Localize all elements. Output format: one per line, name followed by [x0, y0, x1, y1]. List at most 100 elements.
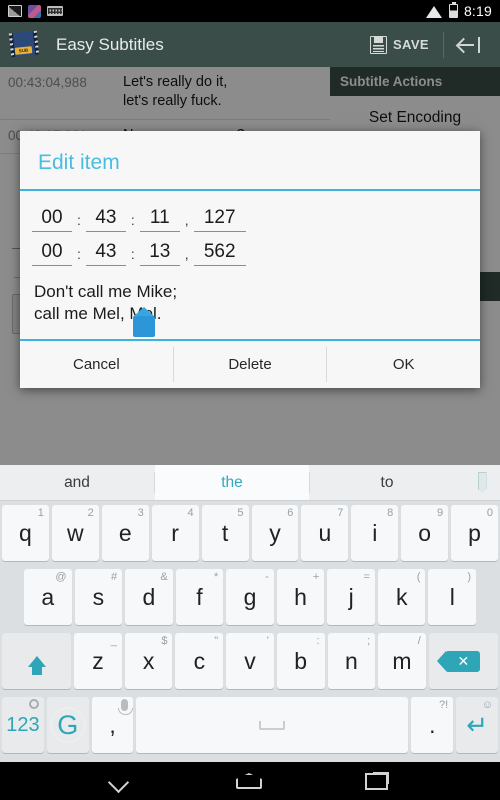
app-notification-icon — [28, 4, 41, 18]
shift-key[interactable] — [2, 633, 72, 689]
dialog-delete-button[interactable]: Delete — [174, 341, 327, 388]
end-seconds-field[interactable]: 13 — [139, 241, 180, 266]
key-label: a — [41, 583, 55, 610]
key-q[interactable]: 1q — [1, 505, 49, 561]
start-minutes-field[interactable]: 43 — [85, 207, 126, 232]
key-e[interactable]: 3e — [101, 505, 149, 561]
key-x[interactable]: $ x — [124, 633, 173, 689]
settings-gear-icon — [28, 699, 39, 712]
key-y[interactable]: 6y — [251, 505, 299, 561]
key-v[interactable]: ' v — [226, 633, 274, 689]
key-hint: - — [265, 571, 269, 583]
time-separator: : — [130, 246, 135, 262]
key-hint: 5 — [237, 507, 244, 519]
hide-keyboard-icon[interactable] — [111, 775, 133, 787]
key-c[interactable]: " c — [175, 633, 224, 689]
key-i[interactable]: 8i — [351, 505, 399, 561]
key-h[interactable]: + h — [276, 569, 325, 625]
key-hint: 1 — [37, 507, 44, 519]
key-label: d — [142, 583, 156, 610]
key-label: s — [92, 583, 105, 610]
start-hours-field[interactable]: 00 — [32, 207, 72, 232]
start-seconds-field[interactable]: 11 — [139, 207, 180, 232]
key-hint: 3 — [137, 507, 144, 519]
key-hint: : — [316, 635, 320, 647]
end-millis-field[interactable]: 562 — [193, 241, 246, 266]
key-label: w — [67, 519, 84, 546]
key-a[interactable]: @ a — [23, 569, 72, 625]
home-icon[interactable] — [235, 773, 262, 789]
key-w[interactable]: 2w — [51, 505, 99, 561]
key-z[interactable]: _ z — [74, 633, 122, 689]
key-j[interactable]: = j — [327, 569, 375, 625]
app-bar: SUB Easy Subtitles SAVE — [0, 22, 500, 67]
key-hint: ?! — [439, 699, 449, 711]
key-hint: * — [213, 571, 219, 583]
period-key[interactable]: ?! . — [411, 697, 454, 753]
key-label: . — [429, 711, 436, 738]
dialog-cancel-button[interactable]: Cancel — [20, 341, 173, 388]
key-label: n — [344, 647, 358, 674]
dialog-ok-button[interactable]: OK — [327, 341, 480, 388]
back-button[interactable] — [448, 36, 490, 53]
end-time-input-group[interactable]: 00 : 43 : 13 , 562 — [32, 241, 468, 266]
keyboard-row-3: _ z $ x " c ' v :b ; n / m ✕ — [0, 629, 500, 693]
key-hint: ; — [367, 635, 371, 647]
key-hint: ' — [266, 635, 269, 647]
key-l[interactable]: ) l — [428, 569, 477, 625]
screenshot-icon — [8, 5, 22, 17]
key-p[interactable]: 0p — [451, 505, 499, 561]
key-label: x — [142, 647, 155, 674]
end-minutes-field[interactable]: 43 — [85, 241, 126, 266]
start-millis-field[interactable]: 127 — [193, 207, 246, 232]
text-selection-handle[interactable] — [130, 307, 158, 337]
key-hint: $ — [161, 635, 168, 647]
backspace-icon: ✕ — [437, 650, 481, 672]
key-t[interactable]: 5t — [201, 505, 249, 561]
key-label: q — [19, 519, 32, 546]
suggestion-item-active[interactable]: the — [155, 465, 309, 500]
key-u[interactable]: 7u — [301, 505, 349, 561]
spacebar-icon — [259, 720, 286, 730]
floppy-disk-icon — [369, 35, 387, 54]
backspace-key[interactable]: ✕ — [428, 633, 498, 689]
key-k[interactable]: (k — [377, 569, 426, 625]
key-r[interactable]: 4r — [151, 505, 199, 561]
key-label: i — [372, 519, 378, 546]
suggestion-item[interactable]: and — [0, 465, 154, 500]
keyboard-row-2: @ a # s & d * f -g + h = j (k ) l — [0, 565, 500, 629]
enter-key[interactable]: ☺ ↵ — [456, 697, 499, 753]
numeric-mode-key[interactable]: 123 — [2, 697, 44, 753]
key-b[interactable]: :b — [276, 633, 325, 689]
key-s[interactable]: # s — [74, 569, 123, 625]
enter-arrow-icon: ↵ — [466, 709, 488, 740]
key-m[interactable]: / m — [378, 633, 426, 689]
space-key[interactable] — [136, 697, 409, 753]
end-hours-field[interactable]: 00 — [32, 241, 72, 266]
key-label: b — [294, 647, 308, 674]
subtitle-text-input[interactable]: Don't call me Mike; call me Mel, Mel. — [32, 275, 468, 335]
key-hint: / — [417, 635, 421, 647]
save-button[interactable]: SAVE — [360, 35, 439, 54]
key-hint: 4 — [187, 507, 194, 519]
key-d[interactable]: & d — [125, 569, 173, 625]
google-voice-key[interactable]: G — [46, 697, 89, 753]
key-label: j — [348, 583, 354, 610]
key-g[interactable]: -g — [226, 569, 274, 625]
key-label: z — [92, 647, 104, 674]
on-screen-keyboard: and the to 1q 2w 3e 4r 5t 6y 7u 8i 9o 0p… — [0, 465, 500, 762]
key-n[interactable]: ; n — [327, 633, 376, 689]
start-time-input-group[interactable]: 00 : 43 : 11 , 127 — [32, 207, 468, 232]
time-separator: : — [130, 212, 135, 228]
suggestion-item[interactable]: to — [310, 465, 464, 500]
key-label: p — [468, 519, 481, 546]
key-o[interactable]: 9o — [401, 505, 449, 561]
recents-icon[interactable] — [364, 772, 389, 790]
dialog-body: 00 : 43 : 11 , 127 00 : 43 : 13 , 562 Do… — [20, 191, 480, 339]
key-label: v — [244, 647, 256, 674]
key-hint: 8 — [387, 507, 394, 519]
key-f[interactable]: * f — [175, 569, 224, 625]
comma-key[interactable]: , — [91, 697, 134, 753]
status-bar: 8:19 — [0, 0, 500, 22]
handwriting-pen-icon[interactable] — [464, 465, 500, 500]
